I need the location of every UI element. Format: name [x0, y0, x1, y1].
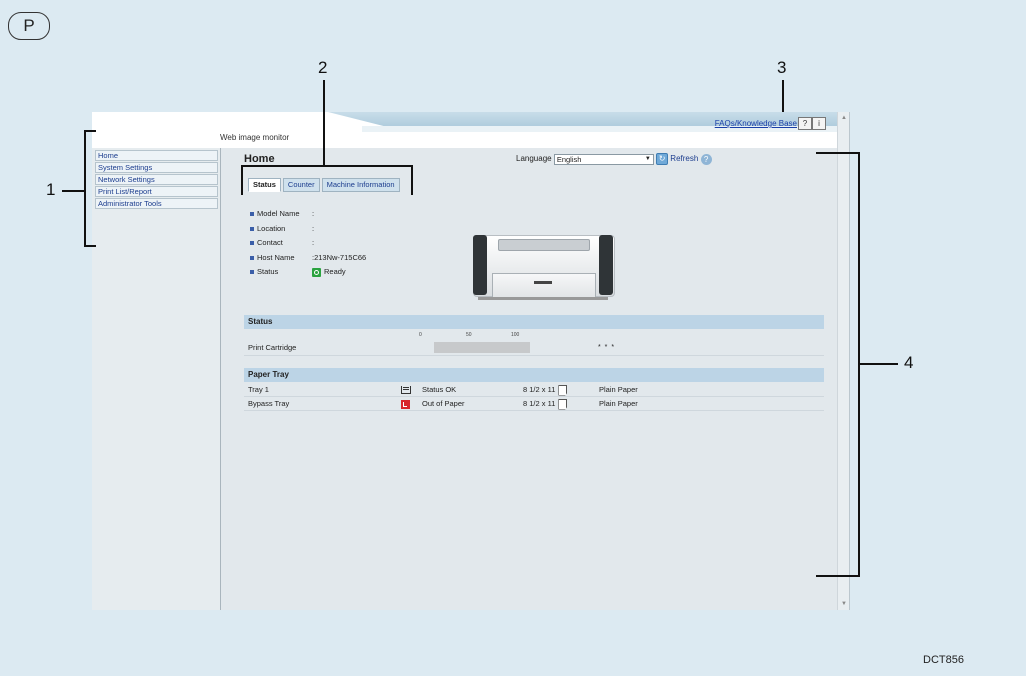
language-label: Language	[516, 154, 552, 164]
out-of-paper-icon	[401, 399, 410, 409]
cartridge-level-bar	[434, 342, 530, 353]
language-select[interactable]: English ▼	[553, 153, 654, 165]
sidebar-item-home[interactable]: Home	[95, 150, 218, 161]
info-icon[interactable]: i	[812, 117, 826, 130]
tray-size: 8 1/2 x 11	[523, 399, 556, 408]
callout-2-bracket	[241, 165, 413, 195]
sidebar-item-system-settings[interactable]: System Settings	[95, 162, 218, 173]
callout-4: 4	[904, 353, 914, 372]
tray-paper-type: Plain Paper	[599, 399, 638, 408]
main-content: Home Language English ▼ ↻ Refresh ? Stat…	[232, 152, 824, 602]
info-host-name: Host Name:213Nw-715C66	[250, 253, 366, 268]
callout-1: 1	[46, 180, 56, 199]
paper-tray-section-header: Paper Tray	[244, 368, 824, 382]
sidebar: Home System Settings Network Settings Pr…	[92, 148, 221, 610]
info-status: Status Ready	[250, 267, 366, 282]
web-image-monitor-window: FAQs/Knowledge Base ? i Web image monito…	[92, 112, 850, 610]
status-section-header: Status	[244, 315, 824, 329]
paper-icon	[558, 398, 568, 410]
table-row: Tray 1 Status OK 8 1/2 x 11 Plain Paper	[244, 383, 824, 397]
cartridge-dots: * * *	[598, 344, 616, 351]
sidebar-item-network-settings[interactable]: Network Settings	[95, 174, 218, 185]
print-cartridge-row: Print Cartridge * * *	[244, 340, 824, 356]
callout-2: 2	[318, 58, 328, 77]
info-location: Location:	[250, 224, 366, 239]
info-contact: Contact:	[250, 238, 366, 253]
bullet-icon	[250, 270, 254, 275]
tray-status: Out of Paper	[422, 399, 465, 408]
header-bar: FAQs/Knowledge Base ? i Web image monito…	[92, 112, 837, 148]
print-cartridge-label: Print Cartridge	[248, 343, 297, 352]
table-row: Bypass Tray Out of Paper 8 1/2 x 11 Plai…	[244, 397, 824, 411]
figure-badge: P	[8, 12, 50, 40]
refresh-link[interactable]: Refresh	[670, 154, 698, 163]
faq-knowledge-base-link[interactable]: FAQs/Knowledge Base	[715, 119, 797, 128]
app-brand: Web image monitor	[220, 133, 290, 142]
callout-2-line	[323, 80, 325, 165]
tray-paper-type: Plain Paper	[599, 385, 638, 394]
scale-50: 50	[466, 332, 472, 338]
help-icon[interactable]: ?	[798, 117, 812, 130]
callout-4-bracket	[816, 152, 860, 577]
page-title: Home	[244, 153, 275, 165]
device-info: Model Name: Location: Contact: Host Name…	[250, 209, 366, 282]
sidebar-item-administrator-tools[interactable]: Administrator Tools	[95, 198, 218, 209]
scale-0: 0	[419, 332, 422, 338]
tray-size: 8 1/2 x 11	[523, 385, 556, 394]
language-bar: Language English ▼ ↻ Refresh ?	[516, 153, 712, 165]
paper-icon	[558, 384, 568, 396]
printer-image	[468, 225, 618, 309]
bullet-icon	[250, 241, 254, 246]
scale-100: 100	[511, 332, 520, 338]
refresh-icon[interactable]: ↻	[656, 153, 669, 165]
figure-id: DCT856	[923, 654, 964, 666]
callout-1-line	[62, 190, 84, 192]
scroll-up-icon[interactable]: ▲	[841, 115, 847, 121]
info-model-name: Model Name:	[250, 209, 366, 224]
callout-3: 3	[777, 58, 787, 77]
tray-ok-icon	[401, 386, 411, 395]
help-circle-icon[interactable]: ?	[700, 153, 712, 165]
callout-3-line	[782, 80, 784, 112]
bullet-icon	[250, 226, 254, 231]
tray-name: Bypass Tray	[248, 399, 290, 408]
bullet-icon	[250, 255, 254, 260]
callout-4-line	[858, 363, 898, 365]
chevron-down-icon: ▼	[644, 155, 651, 162]
tray-status: Status OK	[422, 385, 457, 394]
tray-name: Tray 1	[248, 385, 269, 394]
callout-1-bracket	[84, 130, 96, 247]
status-value: Ready	[324, 267, 346, 276]
language-value: English	[556, 154, 582, 164]
sidebar-item-print-list-report[interactable]: Print List/Report	[95, 186, 218, 197]
bullet-icon	[250, 212, 254, 217]
scroll-down-icon[interactable]: ▼	[841, 601, 847, 607]
ready-status-icon	[312, 267, 321, 277]
